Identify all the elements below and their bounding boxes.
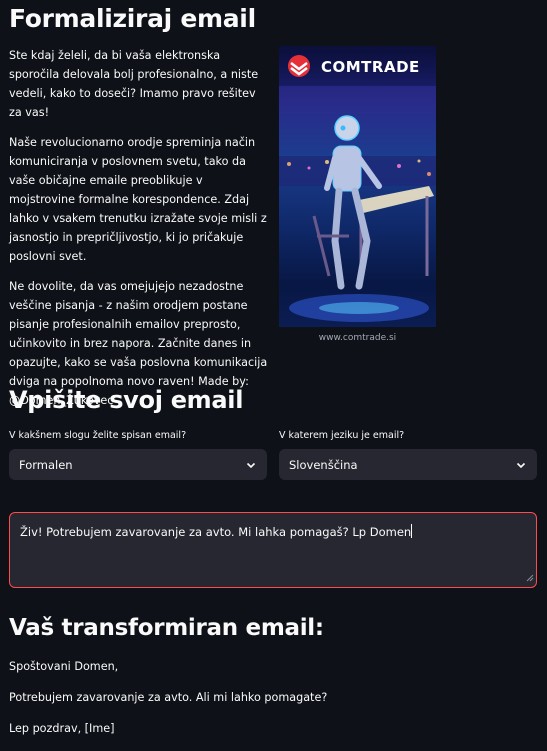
style-select-value: Formalen bbox=[19, 457, 73, 472]
text-caret bbox=[411, 524, 413, 538]
language-select-label: V katerem jeziku je email? bbox=[279, 430, 405, 441]
language-select[interactable]: Slovenščina bbox=[279, 449, 537, 480]
email-text: Živ! Potrebujem zavarovanje za avto. Mi … bbox=[20, 525, 412, 539]
output-line-body: Potrebujem zavarovanje za avto. Ali mi l… bbox=[9, 691, 328, 704]
resize-handle-icon[interactable] bbox=[525, 571, 534, 585]
intro-text: Ste kdaj želeli, da bi vaša elektronska … bbox=[9, 46, 271, 421]
output-line-greeting: Spoštovani Domen, bbox=[9, 660, 119, 673]
chevron-down-icon bbox=[245, 459, 257, 471]
page-title: Formaliziraj email bbox=[9, 4, 256, 33]
hero-image: COMTRADE bbox=[279, 46, 436, 327]
chevron-down-icon bbox=[515, 459, 527, 471]
language-select-value: Slovenščina bbox=[289, 457, 358, 472]
output-heading: Vaš transformiran email: bbox=[9, 615, 324, 641]
comtrade-logo-icon bbox=[288, 55, 310, 77]
email-textarea[interactable]: Živ! Potrebujem zavarovanje za avto. Mi … bbox=[9, 512, 537, 588]
style-select[interactable]: Formalen bbox=[9, 449, 267, 480]
hero-logo-text: COMTRADE bbox=[321, 58, 420, 76]
intro-paragraph-2: Naše revolucionarno orodje spreminja nač… bbox=[9, 136, 267, 263]
hero-caption: www.comtrade.si bbox=[318, 333, 397, 343]
input-heading: Vpišite svoj email bbox=[9, 386, 244, 414]
style-select-label: V kakšnem slogu želite spisan email? bbox=[9, 430, 187, 441]
robot-illustration bbox=[279, 55, 436, 322]
output-line-signoff: Lep pozdrav, [Ime] bbox=[9, 722, 115, 735]
intro-paragraph-1: Ste kdaj želeli, da bi vaša elektronska … bbox=[9, 49, 259, 119]
